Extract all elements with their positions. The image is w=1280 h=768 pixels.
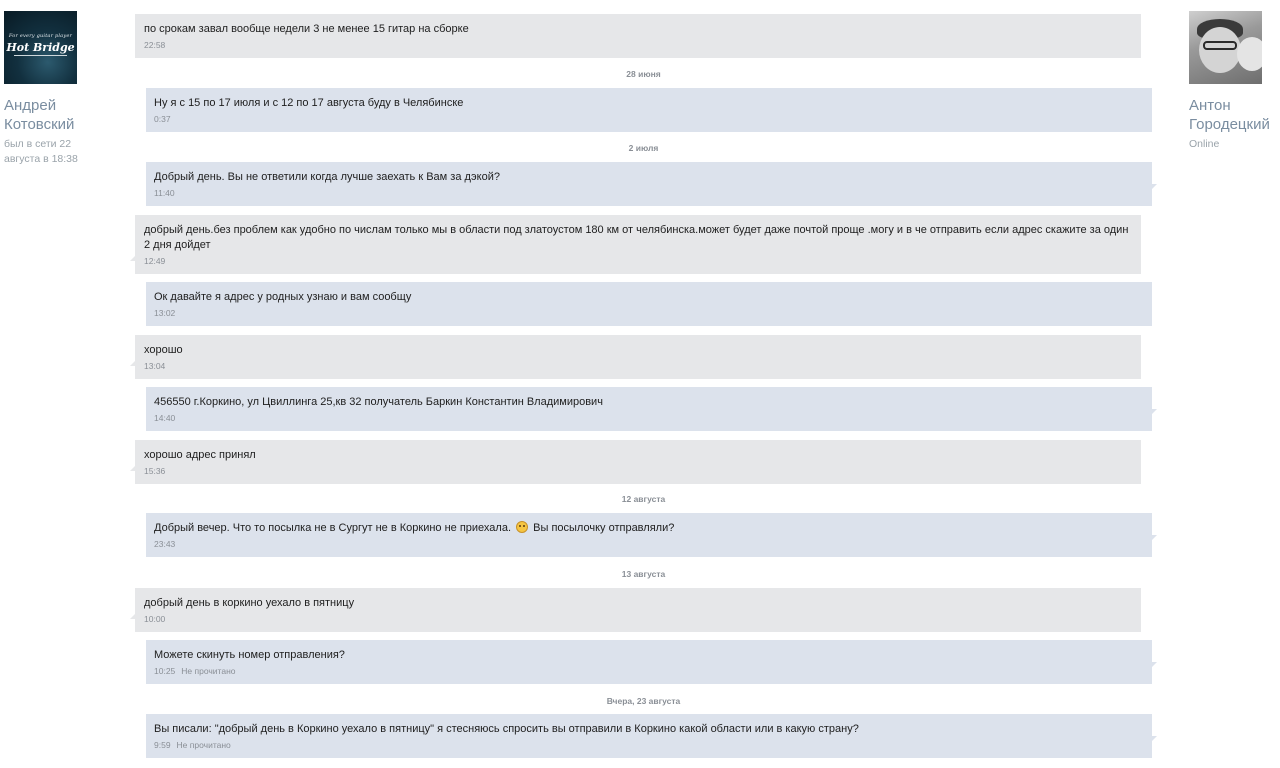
message-time: 11:40 <box>154 188 175 198</box>
message-outgoing[interactable]: Ну я с 15 по 17 июля и с 12 по 17 август… <box>146 88 1152 132</box>
message-text: Ок давайте я адрес у родных узнаю и вам … <box>154 291 412 303</box>
message-outgoing[interactable]: Вы писали: "добрый день в Коркино уехало… <box>146 714 1157 758</box>
bubble-tail <box>1151 184 1157 190</box>
message-text: добрый день в коркино уехало в пятницу <box>144 597 355 609</box>
message-outgoing[interactable]: 456550 г.Коркино, ул Цвиллинга 25,кв 32 … <box>146 387 1157 431</box>
message-incoming[interactable]: добрый день в коркино уехало в пятницу 1… <box>130 588 1141 632</box>
last-seen-line1: был в сети 22 <box>4 138 72 150</box>
bubble-tail <box>130 255 136 261</box>
message-time: 13:02 <box>154 308 176 318</box>
date-separator: 13 августа <box>621 569 666 579</box>
message-incoming[interactable]: по срокам завал вообще недели 3 не менее… <box>135 14 1141 58</box>
message-text: Добрый вечер. Что то посылка не в Сургут… <box>154 521 1143 536</box>
contact-name[interactable]: Андрей Котовский <box>4 96 104 134</box>
avatar[interactable] <box>1189 11 1262 84</box>
message-time: 14:40 <box>154 413 176 423</box>
contact-last-name: Городецкий <box>1189 116 1270 133</box>
avatar-brand-logo: Hot Bridge <box>6 41 75 54</box>
avatar-brand-tagline: For every guitar player <box>8 33 73 39</box>
date-separator: 12 августа <box>621 494 666 504</box>
message-text: Можете скинуть номер отправления? <box>154 649 345 661</box>
contact-last-seen: был в сети 22 августа в 18:38 <box>4 137 104 167</box>
message-unread-status: Не прочитано <box>181 666 236 676</box>
sad-face-emoji-icon <box>516 521 529 533</box>
message-text: Вы писали: "добрый день в Коркино уехало… <box>154 723 859 735</box>
bubble-tail <box>1151 409 1157 415</box>
contact-online-status: Online <box>1189 138 1220 150</box>
bubble-tail <box>1151 736 1157 742</box>
message-text-part: Добрый вечер. Что то посылка не в Сургут… <box>154 522 512 534</box>
avatar-photo-glasses <box>1203 41 1237 50</box>
date-separator: 28 июня <box>626 69 661 79</box>
message-time: 0:37 <box>154 114 171 124</box>
contact-first-name: Антон <box>1189 97 1231 114</box>
contact-right: Антон Городецкий Online <box>1189 11 1280 152</box>
message-incoming[interactable]: хорошо 13:04 <box>130 335 1141 379</box>
message-outgoing[interactable]: Добрый день. Вы не ответили когда лучше … <box>146 162 1157 206</box>
message-time: 23:43 <box>154 539 176 549</box>
message-time: 10:25 <box>154 666 176 676</box>
date-separator: 2 июля <box>628 143 659 153</box>
message-outgoing[interactable]: Добрый вечер. Что то посылка не в Сургут… <box>146 513 1157 557</box>
message-incoming[interactable]: добрый день.без проблем как удобно по чи… <box>130 215 1141 274</box>
message-text-part: Вы посылочку отправляли? <box>533 522 675 534</box>
message-text: хорошо адрес принял <box>144 449 256 461</box>
bubble-tail <box>130 360 136 366</box>
contact-first-name: Андрей <box>4 97 57 114</box>
message-text: хорошо <box>144 344 183 356</box>
message-time: 10:00 <box>144 614 166 624</box>
message-time: 12:49 <box>144 256 166 266</box>
bubble-tail <box>1151 662 1157 668</box>
contact-name[interactable]: Антон Городецкий <box>1189 96 1280 134</box>
message-time: 9:59 <box>154 740 171 750</box>
message-text: 456550 г.Коркино, ул Цвиллинга 25,кв 32 … <box>154 396 603 408</box>
contact-last-name: Котовский <box>4 116 75 133</box>
last-seen-line2: августа в 18:38 <box>4 153 78 165</box>
message-meta: 10:25 Не прочитано <box>154 665 1143 677</box>
bubble-tail <box>1151 535 1157 541</box>
message-meta: 9:59 Не прочитано <box>154 739 1143 751</box>
avatar-brand-divider <box>14 55 67 56</box>
date-separator: Вчера, 23 августа <box>606 696 681 706</box>
message-time: 22:58 <box>144 40 166 50</box>
bubble-tail <box>130 465 136 471</box>
contact-left: For every guitar player Hot Bridge Андре… <box>4 11 104 167</box>
message-time: 15:36 <box>144 466 166 476</box>
message-text: Ну я с 15 по 17 июля и с 12 по 17 август… <box>154 97 464 109</box>
avatar-photo-face <box>1199 27 1241 73</box>
message-text: добрый день.без проблем как удобно по чи… <box>144 224 1129 251</box>
message-time: 13:04 <box>144 361 166 371</box>
avatar-photo-child <box>1237 37 1262 71</box>
chat-page: For every guitar player Hot Bridge Андре… <box>0 0 1280 768</box>
avatar[interactable]: For every guitar player Hot Bridge <box>4 11 77 84</box>
message-text: Добрый день. Вы не ответили когда лучше … <box>154 171 500 183</box>
message-text: по срокам завал вообще недели 3 не менее… <box>144 23 469 35</box>
message-outgoing[interactable]: Ок давайте я адрес у родных узнаю и вам … <box>146 282 1152 326</box>
message-outgoing[interactable]: Можете скинуть номер отправления? 10:25 Н… <box>146 640 1157 684</box>
bubble-tail <box>130 613 136 619</box>
message-incoming[interactable]: хорошо адрес принял 15:36 <box>130 440 1141 484</box>
message-unread-status: Не прочитано <box>176 740 231 750</box>
